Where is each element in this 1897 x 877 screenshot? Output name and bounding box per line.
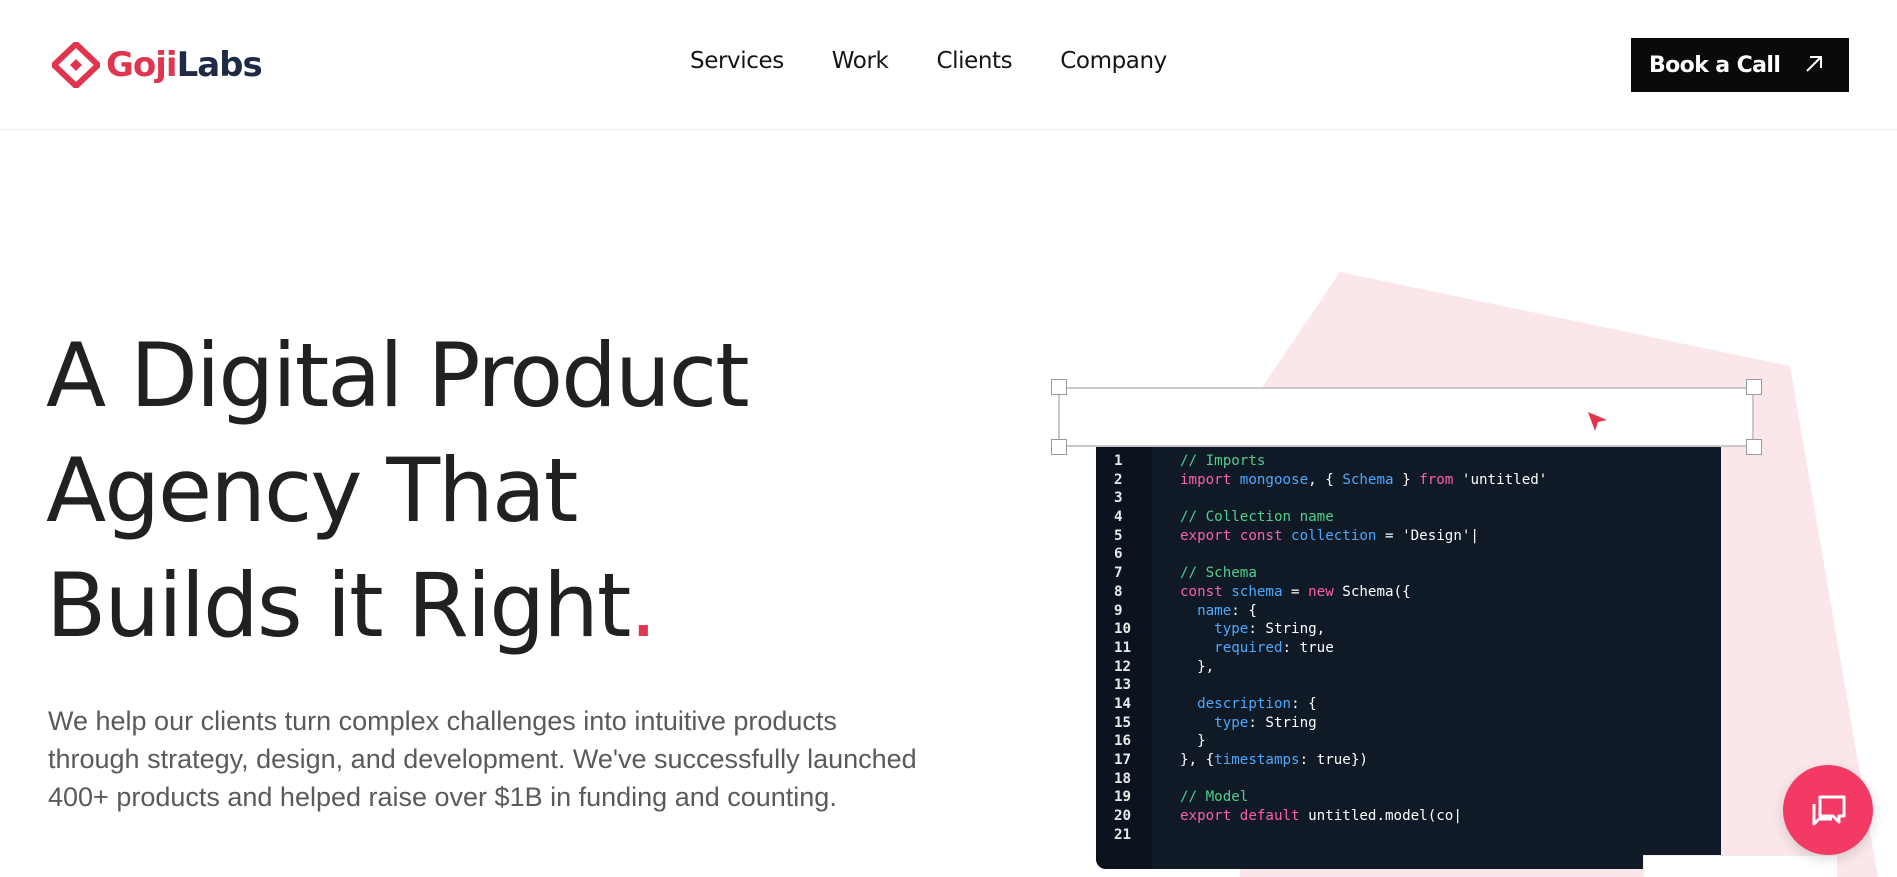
code-line: 4 // Collection name bbox=[1096, 508, 1721, 527]
line-number: 9 bbox=[1114, 602, 1123, 619]
line-number: 7 bbox=[1114, 565, 1123, 582]
gojilabs-logo[interactable]: GojiLabs bbox=[52, 42, 263, 88]
code-lines: 1 // Imports 2 import mongoose, { Schema } … bbox=[1096, 452, 1721, 844]
code-line: 2 import mongoose, { Schema } from 'untit… bbox=[1096, 471, 1721, 490]
line-number: 8 bbox=[1114, 583, 1123, 600]
line-number: 20 bbox=[1114, 808, 1132, 825]
line-number: 5 bbox=[1114, 527, 1123, 544]
line-number: 17 bbox=[1114, 752, 1132, 768]
selection-handle bbox=[1746, 439, 1762, 455]
chat-bubbles-icon bbox=[1812, 795, 1846, 826]
code-line: 17 }, {timestamps: true}) bbox=[1096, 751, 1721, 770]
code-line: 1 // Imports bbox=[1096, 452, 1721, 471]
selection-handle bbox=[1051, 439, 1067, 455]
hero-description-line-3: 400+ products and helped raise over $1B … bbox=[48, 782, 837, 812]
line-number: 2 bbox=[1114, 471, 1123, 488]
site-header: GojiLabs Services Work Clients Company B… bbox=[0, 0, 1897, 130]
line-number: 13 bbox=[1114, 677, 1132, 694]
code-line: 9 name: { bbox=[1096, 602, 1721, 621]
code-line: 7 // Schema bbox=[1096, 564, 1721, 583]
code-line: 11 required: true bbox=[1096, 639, 1721, 658]
hero-description-line-2: through strategy, design, and developmen… bbox=[48, 744, 917, 774]
main-nav: Services Work Clients Company bbox=[690, 48, 1167, 74]
line-number: 1 bbox=[1114, 453, 1123, 469]
code-line: 18 bbox=[1096, 770, 1721, 789]
code-text: required: true bbox=[1214, 639, 1334, 656]
line-number: 10 bbox=[1114, 621, 1132, 638]
book-a-call-button[interactable]: Book a Call bbox=[1631, 38, 1849, 92]
gojilabs-logo-icon bbox=[52, 42, 100, 88]
code-line: 14 description: { bbox=[1096, 695, 1721, 714]
hero-headline-dot: . bbox=[629, 554, 657, 657]
line-number: 3 bbox=[1114, 490, 1123, 507]
code-text: type: String, bbox=[1214, 621, 1326, 638]
nav-link-work[interactable]: Work bbox=[832, 48, 889, 74]
hero-description-line-1: We help our clients turn complex challen… bbox=[48, 706, 837, 736]
chat-button[interactable] bbox=[1783, 765, 1873, 855]
code-editor: 1 // Imports 2 import mongoose, { Schema } … bbox=[1096, 447, 1721, 869]
line-number: 14 bbox=[1114, 695, 1132, 712]
code-text: }, {timestamps: true}) bbox=[1180, 752, 1368, 768]
code-line: 5 export const collection = 'Design'| bbox=[1096, 527, 1721, 546]
line-number: 21 bbox=[1114, 826, 1132, 843]
hero-headline-line-3: Builds it Right bbox=[46, 554, 631, 657]
code-line: 12 }, bbox=[1096, 658, 1721, 677]
nav-link-services[interactable]: Services bbox=[690, 48, 784, 74]
code-line: 13 bbox=[1096, 676, 1721, 695]
code-text: const schema = new Schema({ bbox=[1180, 583, 1411, 600]
code-line: 19 // Model bbox=[1096, 788, 1721, 807]
code-line: 16 } bbox=[1096, 732, 1721, 751]
nav-link-clients[interactable]: Clients bbox=[936, 48, 1012, 74]
code-text: export const collection = 'Design'| bbox=[1180, 527, 1479, 544]
code-text: // Collection name bbox=[1180, 509, 1334, 526]
nav-link-company[interactable]: Company bbox=[1060, 48, 1167, 74]
line-number: 11 bbox=[1114, 639, 1132, 656]
cursor-pointer-icon bbox=[1588, 412, 1607, 431]
code-text: }, bbox=[1180, 658, 1215, 675]
code-line: 10 type: String, bbox=[1096, 620, 1721, 639]
code-text: type: String bbox=[1214, 714, 1317, 731]
code-text: // Schema bbox=[1180, 565, 1257, 582]
line-number: 15 bbox=[1114, 714, 1132, 731]
hero-headline-line-1: A Digital Product bbox=[46, 324, 750, 427]
hero-headline-line-2: Agency That bbox=[46, 439, 578, 542]
code-line: 15 type: String bbox=[1096, 714, 1721, 733]
logo-wordmark: GojiLabs bbox=[106, 45, 263, 85]
code-text: description: { bbox=[1197, 695, 1317, 712]
line-number: 18 bbox=[1114, 770, 1132, 787]
line-number: 16 bbox=[1114, 733, 1132, 750]
selection-handle bbox=[1051, 379, 1067, 395]
selection-box bbox=[1058, 387, 1754, 447]
code-line: 3 bbox=[1096, 489, 1721, 508]
decorative-card bbox=[1643, 855, 1838, 877]
code-line: 20 export default untitled.model(co| bbox=[1096, 807, 1721, 826]
book-a-call-label: Book a Call bbox=[1649, 52, 1781, 78]
code-text: import mongoose, { Schema } from 'untitl… bbox=[1180, 471, 1548, 488]
code-line: 6 bbox=[1096, 545, 1721, 564]
selection-handle bbox=[1746, 379, 1762, 395]
code-text: export default untitled.model(co| bbox=[1180, 808, 1462, 825]
line-number: 6 bbox=[1114, 546, 1123, 563]
hero-description: We help our clients turn complex challen… bbox=[48, 702, 948, 816]
arrow-up-right-icon bbox=[1806, 56, 1822, 72]
hero-headline: A Digital Product Agency That Builds it … bbox=[46, 318, 750, 663]
code-text: } bbox=[1180, 733, 1206, 750]
line-number: 12 bbox=[1114, 658, 1132, 675]
code-text: // Model bbox=[1180, 789, 1249, 806]
code-line: 21 bbox=[1096, 826, 1721, 845]
line-number: 4 bbox=[1114, 509, 1123, 526]
code-text: // Imports bbox=[1180, 453, 1266, 469]
code-text: name: { bbox=[1197, 602, 1257, 619]
code-line: 8 const schema = new Schema({ bbox=[1096, 583, 1721, 602]
line-number: 19 bbox=[1114, 789, 1132, 806]
